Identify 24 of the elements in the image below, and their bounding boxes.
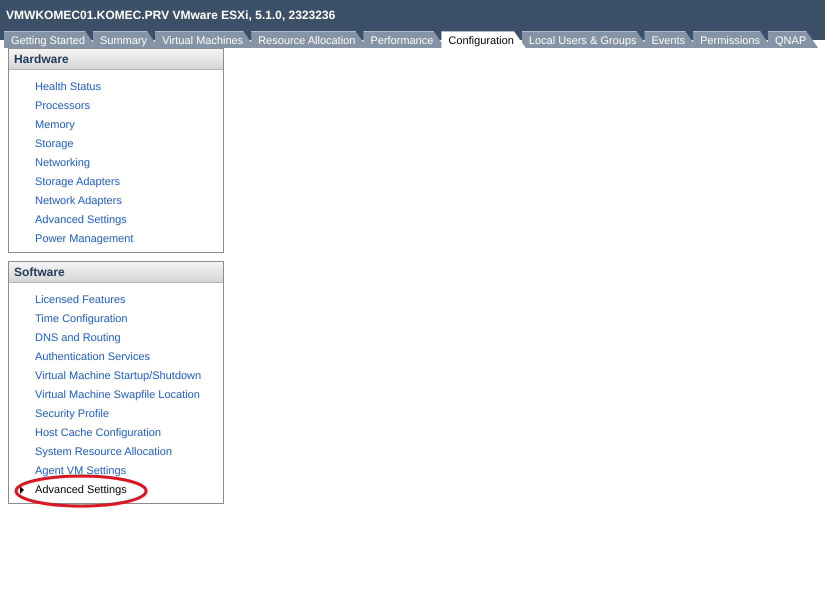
nav-link[interactable]: Storage Adapters [35, 176, 120, 188]
nav-link[interactable]: System Resource Allocation [35, 446, 172, 458]
tab[interactable]: QNAP [768, 31, 818, 48]
nav-link[interactable]: Virtual Machine Swapfile Location [35, 388, 200, 400]
nav-link[interactable]: Security Profile [35, 408, 109, 420]
nav-link[interactable]: Power Management [35, 232, 134, 244]
section-header: Software [9, 262, 223, 283]
tab[interactable]: Configuration [441, 31, 526, 48]
nav-link[interactable]: DNS and Routing [35, 332, 121, 344]
nav-link[interactable]: Virtual Machine Startup/Shutdown [35, 370, 202, 382]
nav-link[interactable]: Health Status [35, 80, 102, 92]
nav-link[interactable]: Time Configuration [35, 312, 128, 324]
window-title: VMWKOMEC01.KOMEC.PRV VMware ESXi, 5.1.0, 2323236 [5, 8, 336, 24]
nav-link[interactable]: Host Cache Configuration [35, 426, 161, 438]
nav-link[interactable]: Processors [35, 100, 90, 112]
section-header: Hardware [9, 49, 223, 70]
nav-link[interactable]: Authentication Services [35, 350, 150, 362]
nav-link[interactable]: Licensed Features [35, 294, 126, 306]
nav-link[interactable]: Networking [35, 156, 90, 168]
nav-link[interactable]: Storage [35, 138, 74, 150]
nav-link[interactable]: Network Adapters [35, 194, 122, 206]
nav-link[interactable]: Memory [35, 118, 75, 130]
nav-link[interactable]: Advanced Settings [35, 214, 127, 226]
nav-link[interactable]: Agent VM Settings [35, 464, 126, 476]
